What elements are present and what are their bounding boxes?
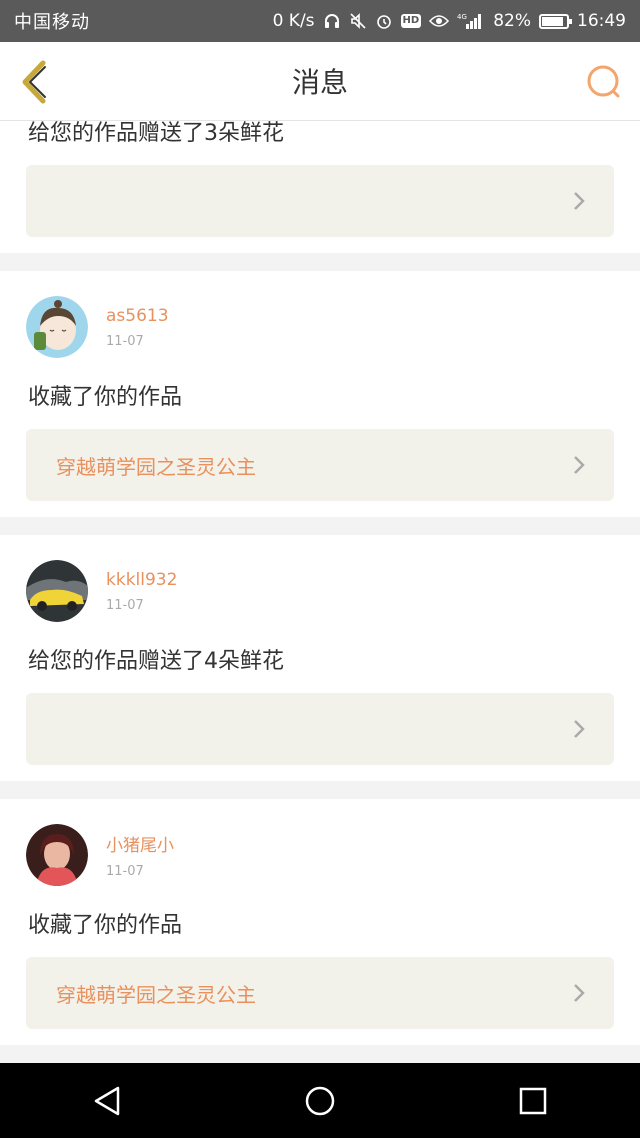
message-card: 给您的作品赠送了3朵鲜花 (0, 121, 640, 253)
message-date: 11-07 (106, 864, 144, 879)
user-row[interactable]: as5613 11-07 (26, 296, 169, 358)
work-link[interactable] (26, 165, 614, 237)
user-meta: 小猪尾小 11-07 (106, 831, 174, 879)
eye-icon (429, 14, 450, 28)
carrier-name: 中国移动 (14, 12, 90, 33)
work-link[interactable]: 穿越萌学园之圣灵公主 (26, 957, 614, 1029)
message-text: 给您的作品赠送了3朵鲜花 (28, 121, 284, 146)
user-row[interactable]: 小猪尾小 11-07 (26, 824, 174, 886)
message-date: 11-07 (106, 333, 144, 349)
headphones-icon (323, 12, 341, 30)
avatar[interactable] (26, 824, 88, 886)
chevron-right-icon (572, 455, 586, 475)
system-navbar (0, 1063, 640, 1138)
chevron-right-icon (572, 983, 586, 1003)
message-list[interactable]: 给您的作品赠送了3朵鲜花 as5613 11-07 收藏了你的作品 穿越萌学园之… (0, 121, 640, 1063)
username[interactable]: 小猪尾小 (106, 831, 174, 856)
status-icons: 0 K/s HD 4G 82% 16:49 (273, 11, 626, 31)
network-speed: 0 K/s (272, 11, 315, 31)
nav-home-button[interactable] (280, 1071, 360, 1131)
battery-percent: 82% (493, 11, 531, 31)
nav-back-icon (94, 1086, 119, 1115)
user-meta: kkkll932 11-07 (106, 570, 177, 613)
search-icon (587, 65, 620, 98)
user-row[interactable]: kkkll932 11-07 (26, 560, 177, 622)
nav-home-icon (305, 1086, 335, 1115)
chevron-right-icon (572, 719, 586, 739)
mute-icon (349, 12, 367, 30)
username[interactable]: kkkll932 (106, 570, 177, 590)
message-card: as5613 11-07 收藏了你的作品 穿越萌学园之圣灵公主 (0, 271, 640, 517)
message-text: 给您的作品赠送了4朵鲜花 (28, 649, 284, 674)
clock: 16:49 (577, 11, 626, 31)
work-link[interactable]: 穿越萌学园之圣灵公主 (26, 429, 614, 501)
chevron-right-icon (572, 191, 586, 211)
svg-text:4G: 4G (457, 13, 467, 21)
nav-back-button[interactable] (67, 1071, 147, 1131)
signal-icon: 4G (457, 12, 485, 30)
user-meta: as5613 11-07 (106, 306, 169, 349)
avatar[interactable] (26, 560, 88, 622)
username[interactable]: as5613 (106, 306, 169, 326)
hd-badge: HD (400, 14, 422, 28)
back-button[interactable] (14, 56, 56, 108)
work-title: 穿越萌学园之圣灵公主 (56, 982, 256, 1007)
nav-recents-button[interactable] (493, 1071, 573, 1131)
message-card: kkkll932 11-07 给您的作品赠送了4朵鲜花 (0, 535, 640, 781)
alarm-icon (375, 12, 393, 30)
message-text: 收藏了你的作品 (28, 913, 183, 938)
work-link[interactable] (26, 693, 614, 765)
search-button[interactable] (582, 60, 626, 104)
message-text: 收藏了你的作品 (28, 385, 183, 410)
battery-icon (539, 13, 572, 29)
nav-recents-icon (520, 1087, 547, 1114)
status-bar: 中国移动 0 K/s HD 4G 82% 16:49 (0, 0, 640, 42)
page-title: 消息 (291, 66, 348, 99)
avatar[interactable] (26, 296, 88, 358)
message-date: 11-07 (106, 597, 144, 613)
message-card: 小猪尾小 11-07 收藏了你的作品 穿越萌学园之圣灵公主 (0, 799, 640, 1045)
top-header: 消息 (0, 42, 640, 121)
work-title: 穿越萌学园之圣灵公主 (56, 454, 256, 479)
back-chevron-icon (22, 60, 46, 104)
